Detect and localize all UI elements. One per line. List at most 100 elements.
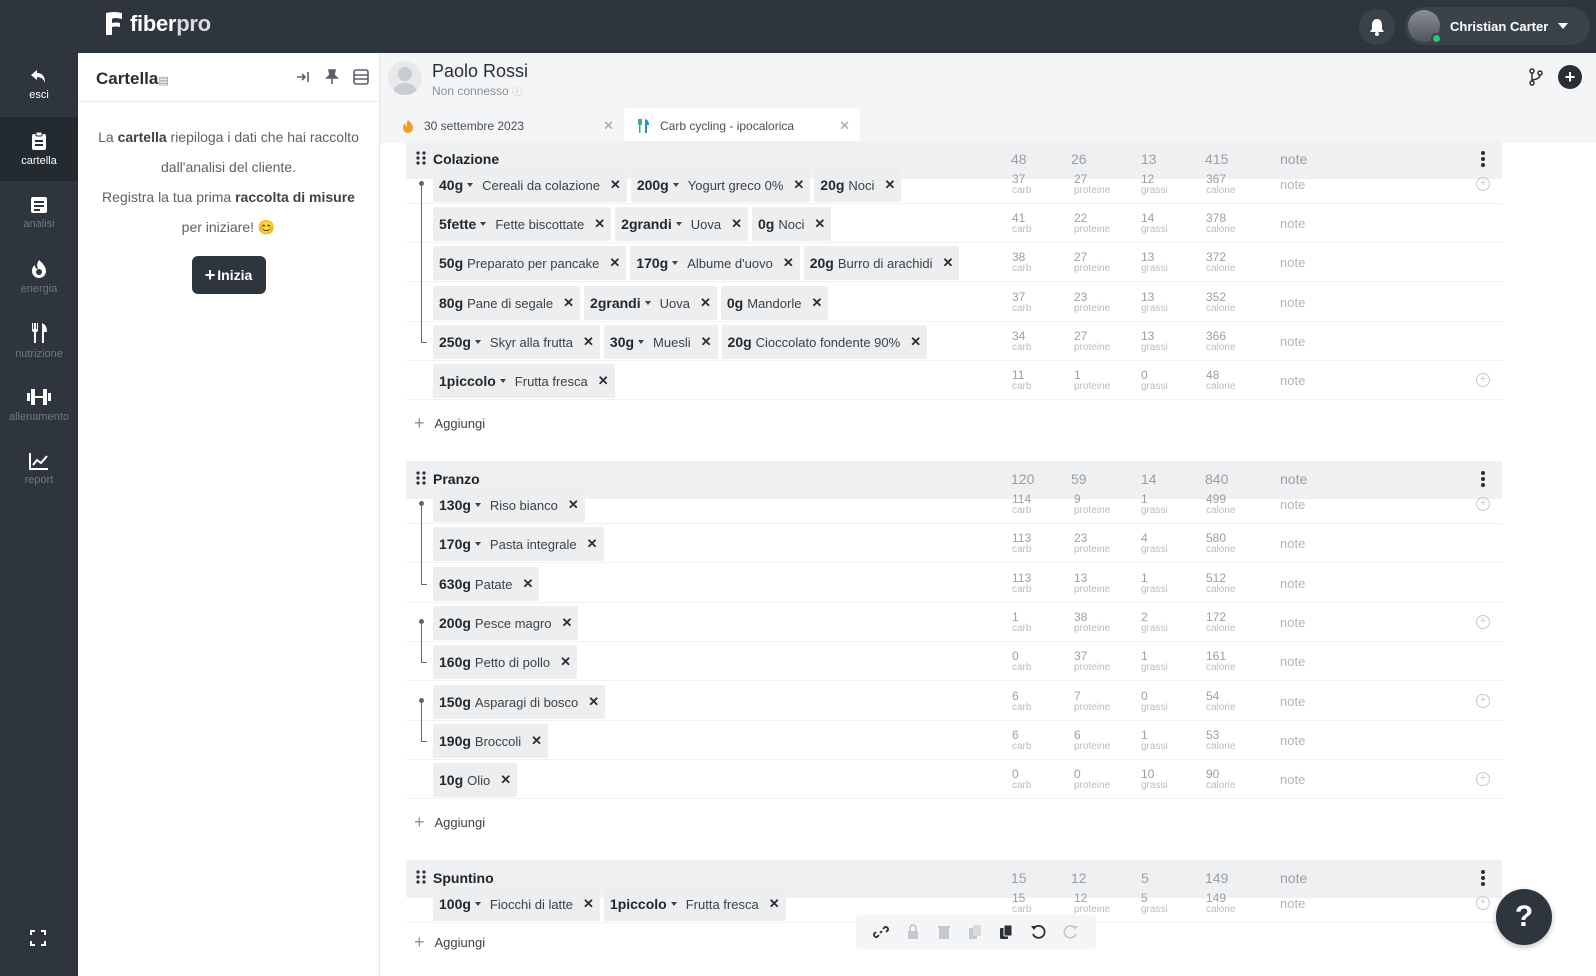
help-button[interactable]: ? [1496,889,1552,945]
food-quantity[interactable]: 1piccolo [439,373,496,389]
remove-food-icon[interactable]: ✕ [731,216,742,232]
unit-dropdown-icon[interactable] [474,503,481,507]
unit-dropdown-icon[interactable] [644,301,651,305]
food-quantity[interactable]: 0g [758,216,774,232]
add-alternative-icon[interactable]: + [1476,694,1490,708]
row-note[interactable]: note [1280,216,1305,231]
food-chip[interactable]: 200g Pesce magro ✕ [433,606,579,640]
remove-food-icon[interactable]: ✕ [588,694,599,710]
remove-food-icon[interactable]: ✕ [793,177,804,193]
food-quantity[interactable]: 2grandi [621,216,672,232]
layout-icon[interactable] [353,69,369,85]
drag-handle-icon[interactable] [416,151,426,165]
food-quantity[interactable]: 2grandi [590,295,641,311]
food-chip[interactable]: 100g Fiocchi di latte ✕ [433,887,600,921]
unit-dropdown-icon[interactable] [672,261,679,265]
food-quantity[interactable]: 20g [810,255,834,271]
food-quantity[interactable]: 5fette [439,216,476,232]
row-note[interactable]: note [1280,334,1305,349]
food-quantity[interactable]: 170g [636,255,668,271]
unit-dropdown-icon[interactable] [467,183,474,187]
branch-icon[interactable] [1528,68,1544,86]
nav-analisi[interactable]: analisi [0,181,78,245]
unit-dropdown-icon[interactable] [675,222,682,226]
unit-dropdown-icon[interactable] [672,183,679,187]
food-chip[interactable]: 30g Muesli ✕ [603,325,718,359]
add-circle-button[interactable]: + [1558,65,1582,89]
row-note[interactable]: note [1280,654,1305,669]
link-icon[interactable] [872,924,889,940]
remove-food-icon[interactable]: ✕ [701,334,712,350]
close-icon[interactable]: ✕ [603,118,614,134]
row-note[interactable]: note [1280,733,1305,748]
row-note[interactable]: note [1280,615,1305,630]
remove-food-icon[interactable]: ✕ [523,576,534,592]
remove-food-icon[interactable]: ✕ [700,295,711,311]
tab-plan[interactable]: Carb cycling - ipocalorica ✕ [624,108,860,143]
row-note[interactable]: note [1280,295,1305,310]
unit-dropdown-icon[interactable] [474,902,481,906]
add-food-button[interactable]: + Aggiungi [414,408,485,438]
remove-food-icon[interactable]: ✕ [610,177,621,193]
drag-handle-icon[interactable] [416,870,426,884]
copy-icon[interactable] [968,924,982,940]
remove-food-icon[interactable]: ✕ [583,896,594,912]
unit-dropdown-icon[interactable] [474,542,481,546]
food-quantity[interactable]: 20g [820,177,844,193]
food-quantity[interactable]: 1piccolo [610,896,667,912]
remove-food-icon[interactable]: ✕ [943,255,954,271]
remove-food-icon[interactable]: ✕ [814,216,825,232]
food-chip[interactable]: 1piccolo Frutta fresca ✕ [603,887,786,921]
food-quantity[interactable]: 40g [439,177,463,193]
remove-food-icon[interactable]: ✕ [560,654,571,670]
redo-icon[interactable] [1063,924,1079,940]
food-chip[interactable]: 170g Albume d'uovo ✕ [630,246,800,280]
remove-food-icon[interactable]: ✕ [609,255,620,271]
food-chip[interactable]: 150g Asparagi di bosco ✕ [433,685,606,719]
inizia-button[interactable]: + Inizia [191,256,266,294]
row-note[interactable]: note [1280,772,1305,787]
collapse-panel-icon[interactable] [295,69,311,85]
add-alternative-icon[interactable]: + [1476,177,1490,191]
fiberpro-logo[interactable]: fiberpro [104,11,211,37]
food-chip[interactable]: 2grandi Uova ✕ [615,207,748,241]
remove-food-icon[interactable]: ✕ [884,177,895,193]
user-menu[interactable]: Christian Carter [1405,7,1590,45]
unit-dropdown-icon[interactable] [499,379,506,383]
food-quantity[interactable]: 160g [439,654,471,670]
notifications-button[interactable] [1359,9,1395,45]
food-quantity[interactable]: 190g [439,733,471,749]
food-quantity[interactable]: 200g [637,177,669,193]
food-chip[interactable]: 20g Noci ✕ [814,168,902,202]
food-chip[interactable]: 200g Yogurt greco 0% ✕ [630,168,811,202]
food-chip[interactable]: 50g Preparato per pancake ✕ [433,246,627,280]
remove-food-icon[interactable]: ✕ [598,373,609,389]
remove-food-icon[interactable]: ✕ [910,334,921,350]
add-food-button[interactable]: + Aggiungi [414,807,485,837]
close-icon[interactable]: ✕ [839,118,850,134]
food-quantity[interactable]: 0g [727,295,743,311]
nav-energia[interactable]: energia [0,245,78,309]
food-quantity[interactable]: 170g [439,536,471,552]
undo-icon[interactable] [1030,924,1046,940]
remove-food-icon[interactable]: ✕ [783,255,794,271]
remove-food-icon[interactable]: ✕ [562,615,573,631]
food-chip[interactable]: 630g Patate ✕ [433,567,540,601]
food-chip[interactable]: 130g Riso bianco ✕ [433,488,585,522]
unit-dropdown-icon[interactable] [670,902,677,906]
food-chip[interactable]: 5fette Fette biscottate ✕ [433,207,612,241]
nav-cartella[interactable]: cartella [0,117,78,181]
remove-food-icon[interactable]: ✕ [568,497,579,513]
trash-icon[interactable] [937,924,951,940]
food-chip[interactable]: 20g Cioccolato fondente 90% ✕ [721,325,928,359]
add-alternative-icon[interactable]: + [1476,373,1490,387]
food-quantity[interactable]: 50g [439,255,463,271]
nav-allenamento[interactable]: allenamento [0,373,78,437]
fullscreen-icon[interactable] [30,930,46,946]
nav-esci[interactable]: esci [0,53,78,117]
pin-icon[interactable] [325,69,339,85]
tab-date[interactable]: 30 settembre 2023 ✕ [390,108,624,143]
food-quantity[interactable]: 30g [610,334,634,350]
remove-food-icon[interactable]: ✕ [583,334,594,350]
remove-food-icon[interactable]: ✕ [769,896,780,912]
